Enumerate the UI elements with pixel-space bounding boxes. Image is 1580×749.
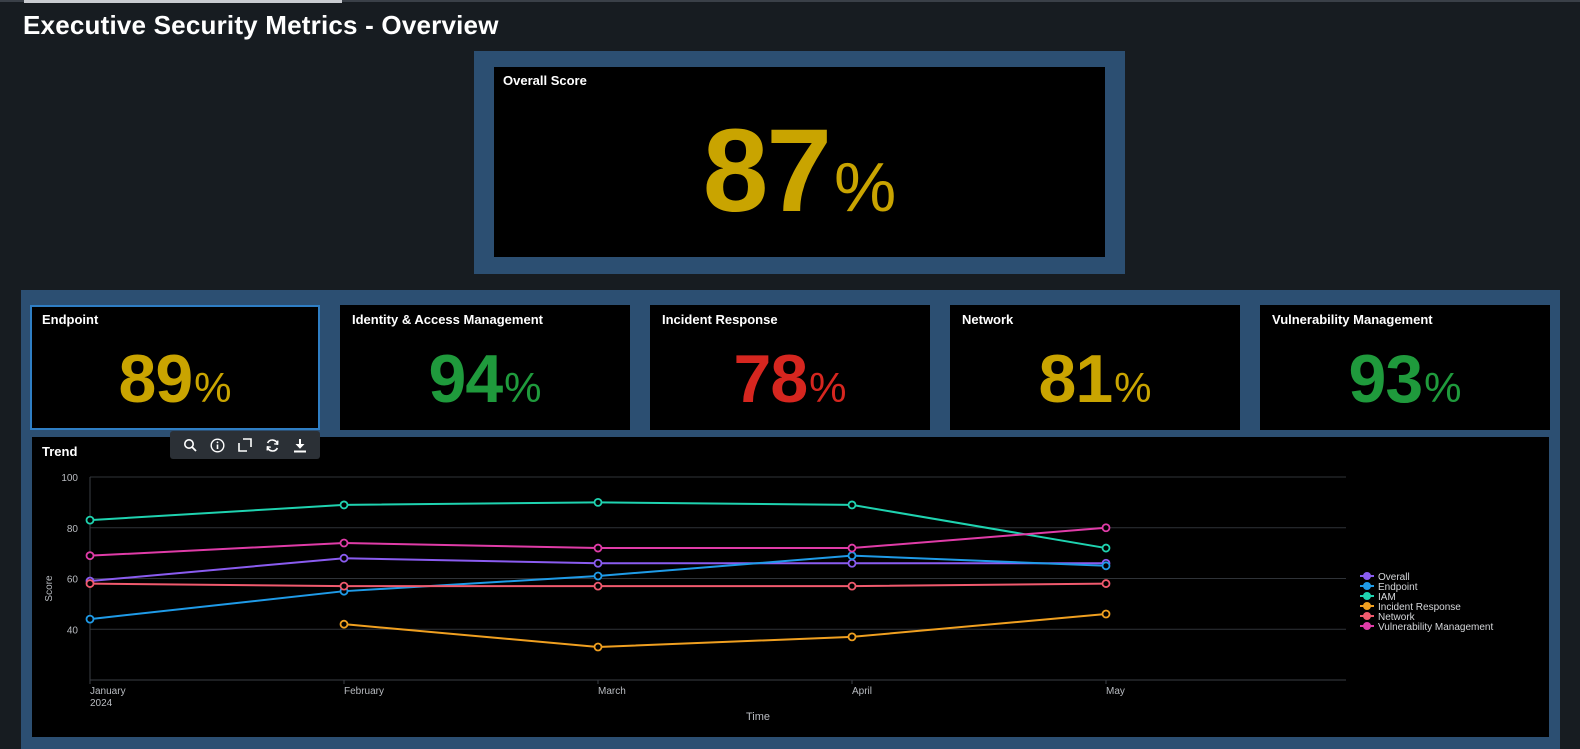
data-point bbox=[339, 619, 349, 629]
kpi-value: 78% bbox=[650, 345, 930, 413]
data-point bbox=[847, 581, 857, 591]
kpi-label: Identity & Access Management bbox=[352, 312, 543, 327]
kpi-label: Network bbox=[962, 312, 1014, 327]
kpi-label: Vulnerability Management bbox=[1272, 312, 1433, 327]
data-point bbox=[339, 553, 349, 563]
data-point bbox=[593, 497, 603, 507]
x-axis-title: Time bbox=[746, 711, 770, 723]
y-tick-label: 40 bbox=[67, 625, 79, 636]
data-point bbox=[593, 571, 603, 581]
data-point bbox=[593, 543, 603, 553]
kpi-number: 81 bbox=[1038, 341, 1114, 417]
overall-score-panel[interactable]: Overall Score 87% bbox=[494, 67, 1105, 257]
legend-swatch-dot bbox=[1363, 622, 1371, 630]
data-point bbox=[85, 614, 95, 624]
legend-label: Vulnerability Management bbox=[1378, 622, 1493, 633]
kpi-network[interactable]: Network 81% bbox=[950, 305, 1240, 430]
y-tick-label: 100 bbox=[61, 473, 78, 484]
legend-swatch-dot bbox=[1363, 582, 1371, 590]
trend-chart[interactable]: 40 60 80 100 January February March April May 202… bbox=[32, 437, 1549, 737]
overall-score-label: Overall Score bbox=[503, 73, 587, 88]
kpi-value: 81% bbox=[950, 345, 1240, 413]
active-tab-indicator[interactable] bbox=[24, 0, 342, 3]
data-point bbox=[847, 551, 857, 561]
data-point bbox=[339, 500, 349, 510]
x-tick-label: February bbox=[344, 686, 384, 697]
legend-swatch-dot bbox=[1363, 572, 1371, 580]
x-tick-sublabel: 2024 bbox=[90, 698, 113, 709]
data-point bbox=[1101, 579, 1111, 588]
kpi-value: 93% bbox=[1260, 345, 1550, 413]
kpi-number: 93 bbox=[1348, 341, 1424, 417]
data-point bbox=[593, 581, 603, 591]
data-point bbox=[339, 538, 349, 548]
kpi-incident-response[interactable]: Incident Response 78% bbox=[650, 305, 930, 430]
kpi-unit: % bbox=[194, 364, 232, 411]
overall-score-number: 87 bbox=[702, 105, 832, 237]
search-icon[interactable] bbox=[181, 436, 199, 454]
kpi-unit: % bbox=[1114, 364, 1152, 411]
data-point bbox=[85, 579, 95, 588]
expand-icon[interactable] bbox=[236, 436, 254, 454]
overall-score-unit: % bbox=[834, 148, 897, 226]
data-point bbox=[85, 515, 95, 525]
x-tick-label: May bbox=[1106, 686, 1125, 697]
data-point bbox=[1101, 523, 1111, 533]
overall-score-value: 87% bbox=[494, 112, 1105, 230]
data-point bbox=[85, 551, 95, 561]
y-tick-label: 80 bbox=[67, 524, 79, 535]
y-axis-title: Score bbox=[44, 575, 55, 602]
panel-toolbar bbox=[170, 431, 320, 459]
data-point bbox=[593, 558, 603, 568]
legend-swatch-dot bbox=[1363, 612, 1371, 620]
data-point bbox=[847, 543, 857, 553]
page-title: Executive Security Metrics - Overview bbox=[23, 10, 499, 40]
data-point bbox=[847, 500, 857, 510]
kpi-value: 89% bbox=[30, 345, 320, 413]
kpi-number: 94 bbox=[428, 341, 504, 417]
kpi-label: Endpoint bbox=[42, 312, 99, 327]
legend-swatch-dot bbox=[1363, 592, 1371, 600]
series-line bbox=[343, 613, 1107, 649]
x-tick-label: March bbox=[598, 686, 626, 697]
data-point bbox=[847, 632, 857, 642]
x-tick-label: January bbox=[90, 686, 126, 697]
series-line bbox=[89, 501, 1107, 550]
kpi-label: Incident Response bbox=[662, 312, 778, 327]
kpi-number: 89 bbox=[118, 341, 194, 417]
kpi-iam[interactable]: Identity & Access Management 94% bbox=[340, 305, 630, 430]
legend-swatch-dot bbox=[1363, 602, 1371, 610]
kpi-unit: % bbox=[504, 364, 542, 411]
data-point bbox=[1101, 561, 1111, 571]
trend-panel[interactable]: Trend 40 60 80 100 January February March April… bbox=[32, 437, 1549, 737]
kpi-unit: % bbox=[1424, 364, 1462, 411]
data-point bbox=[339, 581, 349, 591]
kpi-unit: % bbox=[809, 364, 847, 411]
info-icon[interactable] bbox=[208, 436, 226, 454]
kpi-number: 78 bbox=[733, 341, 809, 417]
kpi-vulnerability-management[interactable]: Vulnerability Management 93% bbox=[1260, 305, 1550, 430]
kpi-value: 94% bbox=[340, 345, 630, 413]
kpi-endpoint[interactable]: Endpoint 89% bbox=[30, 305, 320, 430]
download-icon[interactable] bbox=[291, 436, 309, 454]
x-tick-label: April bbox=[852, 686, 872, 697]
refresh-icon[interactable] bbox=[264, 436, 282, 454]
data-point bbox=[593, 642, 603, 652]
y-tick-label: 60 bbox=[67, 575, 79, 586]
data-point bbox=[1101, 543, 1111, 553]
data-point bbox=[847, 558, 857, 568]
data-point bbox=[1101, 609, 1111, 619]
